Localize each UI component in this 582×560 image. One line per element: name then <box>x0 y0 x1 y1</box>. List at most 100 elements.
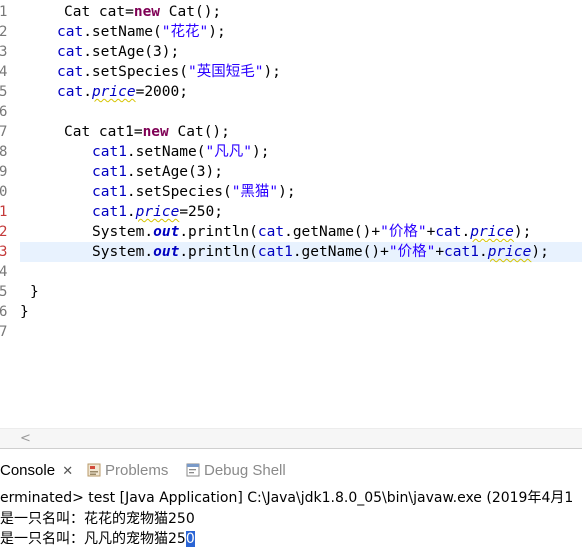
code-token: . <box>126 204 136 220</box>
string-literal: "花花" <box>161 24 209 40</box>
code-token: .setName( <box>83 24 162 40</box>
code-token: Cat cat1= <box>64 124 143 140</box>
code-token: =2000; <box>135 84 188 100</box>
code-token: cat1 <box>257 244 293 260</box>
code-text: } <box>20 302 29 322</box>
code-line[interactable]: 5 cat.price=2000; <box>0 82 582 102</box>
code-token: .println( <box>179 244 258 260</box>
code-token: out <box>153 224 180 240</box>
code-token: cat1 <box>92 204 127 220</box>
code-token: .getName()+ <box>284 224 381 240</box>
code-token: Cat(); <box>160 4 222 20</box>
code-token: price <box>135 204 180 220</box>
line-number: 2 <box>0 24 8 40</box>
code-token: cat1 <box>92 164 127 180</box>
code-line[interactable]: 3 cat.setAge(3); <box>0 42 582 62</box>
code-token: .setName( <box>126 144 206 160</box>
code-token: price <box>470 224 514 240</box>
code-token: cat <box>435 224 462 240</box>
code-line[interactable]: 4 cat.setSpecies("英国短毛"); <box>0 62 582 82</box>
line-number: 5 <box>0 284 8 300</box>
code-line[interactable]: 6 <box>0 102 582 122</box>
code-text: Cat cat1=new Cat(); <box>64 122 230 142</box>
console-output[interactable]: erminated> test [Java Application] C:\Ja… <box>0 484 582 560</box>
line-number: 8 <box>0 144 8 160</box>
line-number: 2 <box>0 224 8 240</box>
code-token: . <box>461 224 471 240</box>
line-number: 1 <box>0 4 8 20</box>
line-number: 7 <box>0 124 8 140</box>
code-line[interactable]: 2 System.out.println(cat.getName()+"价格"+c… <box>0 222 582 242</box>
code-text: cat1.setAge(3); <box>92 162 223 182</box>
tab-console-label: Console <box>0 462 56 479</box>
code-line[interactable]: 6} <box>0 302 582 322</box>
string-literal: "价格" <box>380 224 427 240</box>
code-line[interactable]: 1 Cat cat=new Cat(); <box>0 2 582 22</box>
string-literal: "英国短毛" <box>187 64 264 80</box>
code-token: System. <box>92 244 154 260</box>
code-text: cat1.price=250; <box>92 202 223 222</box>
close-icon[interactable]: ✕ <box>62 463 73 478</box>
code-token: cat <box>57 84 84 100</box>
console-output-text: 是一只名叫：凡凡的宠物猫25 <box>0 531 186 547</box>
line-number: 1 <box>0 204 8 220</box>
code-text: cat.price=2000; <box>57 82 188 102</box>
tab-problems-label: Problems <box>105 462 169 479</box>
tab-console[interactable]: Console ✕ <box>0 449 73 485</box>
code-token: cat <box>57 24 84 40</box>
code-editor[interactable]: 1 Cat cat=new Cat(); 2 cat.setName("花花"); 3 c… <box>0 0 582 428</box>
scroll-left-arrow-icon[interactable]: < <box>20 429 31 448</box>
tab-debug-shell[interactable]: Debug Shell <box>186 449 286 485</box>
code-line[interactable]: 4 <box>0 262 582 282</box>
line-number: 6 <box>0 104 8 120</box>
code-token: .getName()+ <box>292 244 389 260</box>
code-token: cat1 <box>92 184 127 200</box>
code-token: .setSpecies( <box>83 64 188 80</box>
code-line[interactable]: 1 cat1.price=250; <box>0 202 582 222</box>
line-number: 7 <box>0 324 8 340</box>
code-text: cat1.setSpecies("黑猫"); <box>92 182 296 202</box>
code-token: =250; <box>179 204 223 220</box>
debug-shell-icon <box>186 451 200 477</box>
keyword: new <box>133 4 161 20</box>
string-literal: "凡凡" <box>205 144 252 160</box>
console-tab-bar: Console ✕ Problems Debug Shell <box>0 448 582 485</box>
horizontal-scrollbar[interactable]: < <box>0 428 582 448</box>
code-line[interactable]: 7 <box>0 322 582 342</box>
code-token: cat <box>57 44 84 60</box>
code-token: .setAge(3); <box>83 44 180 60</box>
code-token: cat <box>257 224 285 240</box>
code-text: System.out.println(cat.getName()+"价格"+ca… <box>92 222 531 242</box>
line-number: 3 <box>0 44 8 60</box>
code-token: ); <box>531 244 549 260</box>
tab-problems[interactable]: Problems <box>87 449 168 485</box>
console-output-line: 是一只名叫：凡凡的宠物猫250 <box>0 529 195 549</box>
code-line[interactable]: 9 cat1.setAge(3); <box>0 162 582 182</box>
code-token: + <box>435 244 445 260</box>
code-line[interactable]: 5} <box>0 282 582 302</box>
code-token: . <box>478 244 488 260</box>
line-number: 4 <box>0 64 8 80</box>
string-literal: "价格" <box>388 244 436 260</box>
code-token: . <box>83 84 92 100</box>
code-line[interactable]: 8 cat1.setName("凡凡"); <box>0 142 582 162</box>
code-token: cat1 <box>92 144 127 160</box>
code-line[interactable]: 7 Cat cat1=new Cat(); <box>0 122 582 142</box>
code-line[interactable]: 2 cat.setName("花花"); <box>0 22 582 42</box>
line-number: 3 <box>0 244 8 260</box>
code-token: Cat cat= <box>64 4 134 20</box>
code-text: cat.setName("花花"); <box>57 22 226 42</box>
code-token: ); <box>278 184 296 200</box>
code-text: cat.setAge(3); <box>57 42 179 62</box>
line-number: 0 <box>0 184 8 200</box>
code-token: Cat(); <box>168 124 230 140</box>
console-output-line: 是一只名叫：花花的宠物猫250 <box>0 511 195 527</box>
code-token: ); <box>251 144 270 160</box>
code-line[interactable]: 3 System.out.println(cat1.getName()+"价格"+… <box>0 242 582 262</box>
line-number: 5 <box>0 84 8 100</box>
code-line[interactable]: 0 cat1.setSpecies("黑猫"); <box>0 182 582 202</box>
code-text: Cat cat=new Cat(); <box>64 2 221 22</box>
tab-debug-shell-label: Debug Shell <box>204 462 286 479</box>
problems-icon <box>87 451 101 477</box>
line-number: 9 <box>0 164 8 180</box>
